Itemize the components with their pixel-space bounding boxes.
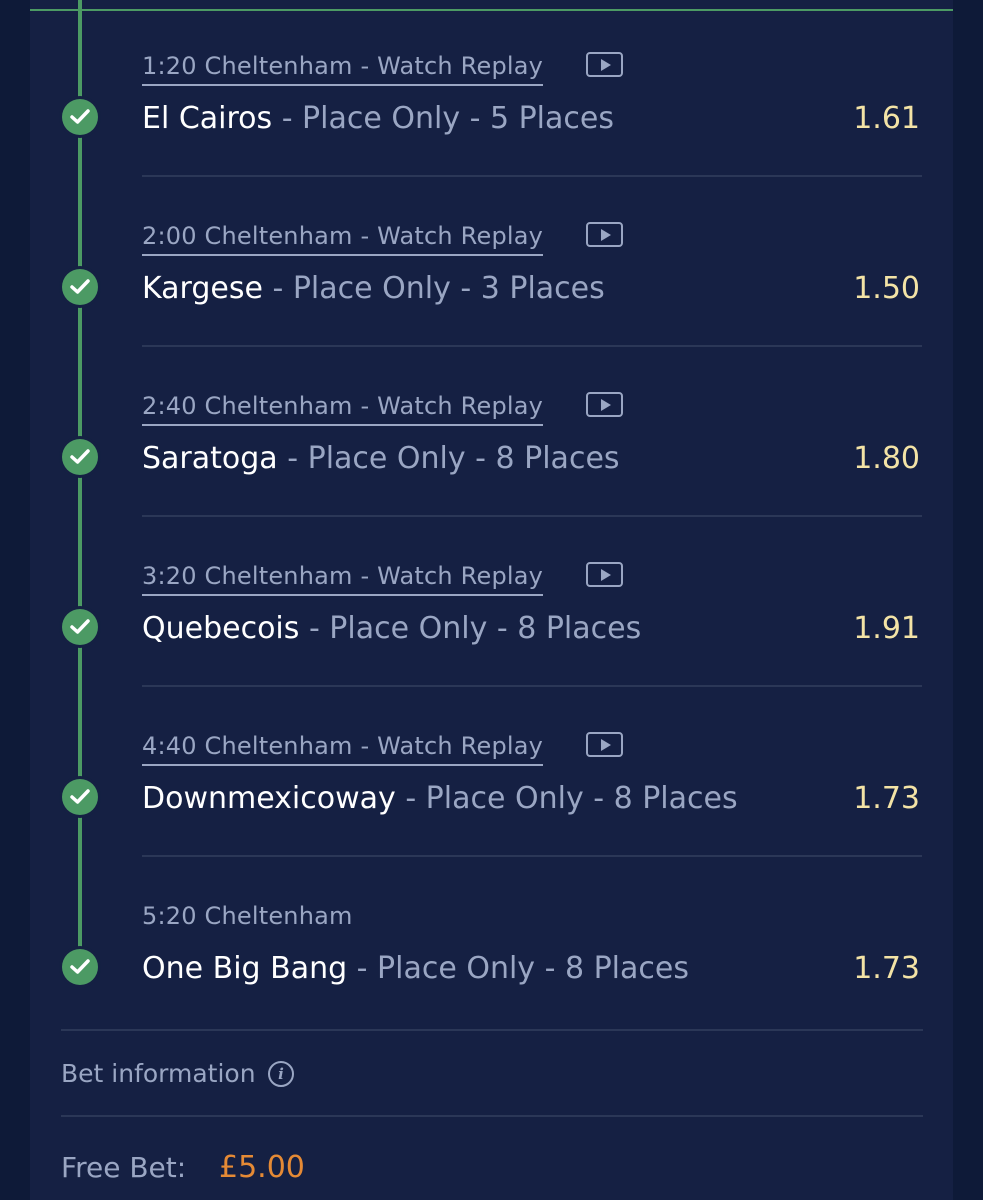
check-icon — [62, 269, 98, 305]
selection: El Cairos - Place Only - 5 Places — [142, 99, 614, 139]
play-icon[interactable] — [586, 732, 623, 757]
leg-6: 5:20 Cheltenham One Big Bang - Place Onl… — [30, 850, 953, 1020]
race-replay-link[interactable]: 1:20 Cheltenham - Watch Replay — [142, 49, 544, 86]
leg-2: 2:00 Cheltenham - Watch Replay Kargese -… — [30, 170, 953, 347]
check-icon — [62, 609, 98, 645]
play-icon[interactable] — [586, 562, 623, 587]
odds: 1.91 — [853, 611, 920, 646]
horse-name: El Cairos — [142, 101, 273, 136]
leg-4: 3:20 Cheltenham - Watch Replay Quebecois… — [30, 510, 953, 687]
free-bet-amount: £5.00 — [219, 1150, 305, 1185]
selection: One Big Bang - Place Only - 8 Places — [142, 949, 689, 989]
odds: 1.73 — [853, 951, 920, 986]
check-icon — [62, 779, 98, 815]
horse-name: Saratoga — [142, 441, 278, 476]
market-info: - Place Only - 8 Places — [395, 781, 738, 816]
leg-1: 1:20 Cheltenham - Watch Replay El Cairos… — [30, 0, 953, 177]
play-icon[interactable] — [586, 392, 623, 417]
race-replay-link[interactable]: 3:20 Cheltenham - Watch Replay — [142, 559, 544, 596]
horse-name: Downmexicoway — [142, 781, 396, 816]
race-name: 5:20 Cheltenham — [142, 902, 353, 930]
selection: Kargese - Place Only - 3 Places — [142, 269, 605, 309]
play-icon[interactable] — [586, 222, 623, 247]
horse-name: Quebecois — [142, 611, 300, 646]
free-bet-label: Free Bet: — [61, 1151, 187, 1184]
odds: 1.61 — [853, 101, 920, 136]
market-info: - Place Only - 8 Places — [347, 951, 689, 986]
section-divider — [61, 1029, 923, 1031]
check-icon — [62, 439, 98, 475]
check-icon — [62, 99, 98, 135]
odds: 1.80 — [853, 441, 920, 476]
info-icon[interactable]: i — [268, 1061, 294, 1087]
odds: 1.73 — [853, 781, 920, 816]
odds: 1.50 — [853, 271, 920, 306]
bet-information-label[interactable]: Bet information — [61, 1056, 256, 1092]
market-info: - Place Only - 3 Places — [262, 271, 605, 306]
selection: Quebecois - Place Only - 8 Places — [142, 609, 641, 649]
leg-5: 4:40 Cheltenham - Watch Replay Downmexic… — [30, 680, 953, 857]
selection: Saratoga - Place Only - 8 Places — [142, 439, 620, 479]
play-icon[interactable] — [586, 52, 623, 77]
section-divider — [61, 1115, 923, 1117]
market-info: - Place Only - 8 Places — [277, 441, 620, 476]
horse-name: Kargese — [142, 271, 263, 306]
leg-3: 2:40 Cheltenham - Watch Replay Saratoga … — [30, 340, 953, 517]
horse-name: One Big Bang — [142, 951, 348, 986]
check-icon — [62, 949, 98, 985]
race-replay-link[interactable]: 2:40 Cheltenham - Watch Replay — [142, 389, 544, 426]
race-replay-link[interactable]: 2:00 Cheltenham - Watch Replay — [142, 219, 544, 256]
bet-slip-card: 1:20 Cheltenham - Watch Replay El Cairos… — [30, 0, 953, 1200]
race-replay-link[interactable]: 4:40 Cheltenham - Watch Replay — [142, 729, 544, 766]
market-info: - Place Only - 5 Places — [272, 101, 614, 136]
market-info: - Place Only - 8 Places — [299, 611, 642, 646]
selection: Downmexicoway - Place Only - 8 Places — [142, 779, 738, 819]
